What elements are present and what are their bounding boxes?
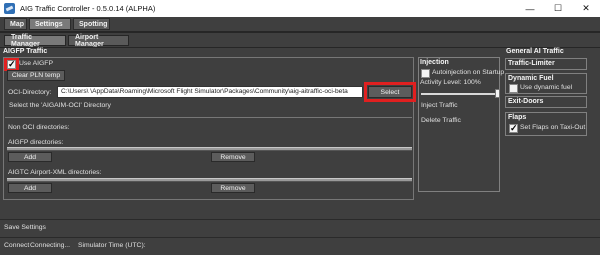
set-flaps-checkbox[interactable] <box>509 123 518 134</box>
close-button[interactable]: ✕ <box>572 0 600 17</box>
set-flaps-label: Set Flaps on Taxi-Out <box>520 124 586 131</box>
activity-level-slider[interactable] <box>421 93 499 95</box>
autoinjection-checkbox[interactable] <box>421 69 430 78</box>
tab-airport-manager[interactable]: Airport Manager <box>68 34 129 48</box>
inject-traffic-button[interactable]: Inject Traffic <box>421 102 458 109</box>
minimize-button[interactable]: — <box>516 0 544 17</box>
activity-level-label: Activity Level: 100% <box>420 79 481 86</box>
tab-map[interactable]: Map <box>4 18 27 30</box>
clear-pln-temp-button[interactable]: Clear PLN temp <box>7 70 65 81</box>
injection-panel <box>418 57 500 192</box>
dynamic-fuel-label: Use dynamic fuel <box>520 84 573 91</box>
flaps-title: Flaps <box>508 114 527 121</box>
oci-directory-field[interactable]: C:\Users\ \AppData\Roaming\Microsoft Fli… <box>57 86 363 98</box>
aigtc-add-button[interactable]: Add <box>8 183 52 193</box>
non-oci-label: Non OCI directories: <box>8 124 70 131</box>
simulator-time-label: Simulator Time (UTC): <box>78 242 146 249</box>
dynamic-fuel-title: Dynamic Fuel <box>508 75 554 82</box>
activity-level-slider-thumb[interactable] <box>495 89 500 98</box>
use-aigfp-label: Use AIGFP <box>19 60 53 67</box>
aigfp-directories-label: AIGFP directories: <box>8 139 64 146</box>
aigfp-directories-list[interactable] <box>7 147 412 151</box>
window-title: AIG Traffic Controller - 0.5.0.14 (ALPHA… <box>20 4 156 13</box>
dynamic-fuel-checkbox[interactable] <box>509 84 518 93</box>
autoinjection-label: Autoinjection on Startup <box>432 69 505 76</box>
aigfp-remove-button[interactable]: Remove <box>211 152 255 162</box>
aigtc-directories-list[interactable] <box>7 178 412 182</box>
non-oci-separator <box>5 117 412 118</box>
select-directory-button[interactable]: Select <box>368 86 412 98</box>
tab-traffic-manager[interactable]: Traffic Manager <box>4 34 66 48</box>
connection-status: Connecting... <box>30 242 71 249</box>
aigfp-section-title: AIGFP Traffic <box>3 48 48 55</box>
connect-button[interactable]: Connect <box>4 242 29 249</box>
tab-settings[interactable]: Settings <box>29 18 71 30</box>
app-icon <box>4 3 15 14</box>
tab-spotting[interactable]: Spotting <box>73 18 110 30</box>
delete-traffic-button[interactable]: Delete Traffic <box>421 117 461 124</box>
maximize-button[interactable]: ☐ <box>544 0 572 17</box>
aigfp-add-button[interactable]: Add <box>8 152 52 162</box>
general-ai-title: General AI Traffic <box>506 48 564 55</box>
select-directory-hint: Select the 'AIGAIM-OCI' Directory <box>9 102 111 109</box>
save-separator <box>0 219 600 220</box>
title-bar: AIG Traffic Controller - 0.5.0.14 (ALPHA… <box>0 0 600 17</box>
injection-title: Injection <box>420 59 449 66</box>
oci-directory-label: OCI-Directory: <box>8 89 52 96</box>
aigtc-directories-label: AIGTC Airport-XML directories: <box>8 169 102 176</box>
aigtc-remove-button[interactable]: Remove <box>211 183 255 193</box>
use-aigfp-checkbox[interactable] <box>7 59 16 70</box>
traffic-limiter-label: Traffic-Limiter <box>508 60 555 67</box>
save-settings-button[interactable]: Save Settings <box>4 224 46 231</box>
exit-doors-label: Exit-Doors <box>508 98 544 105</box>
